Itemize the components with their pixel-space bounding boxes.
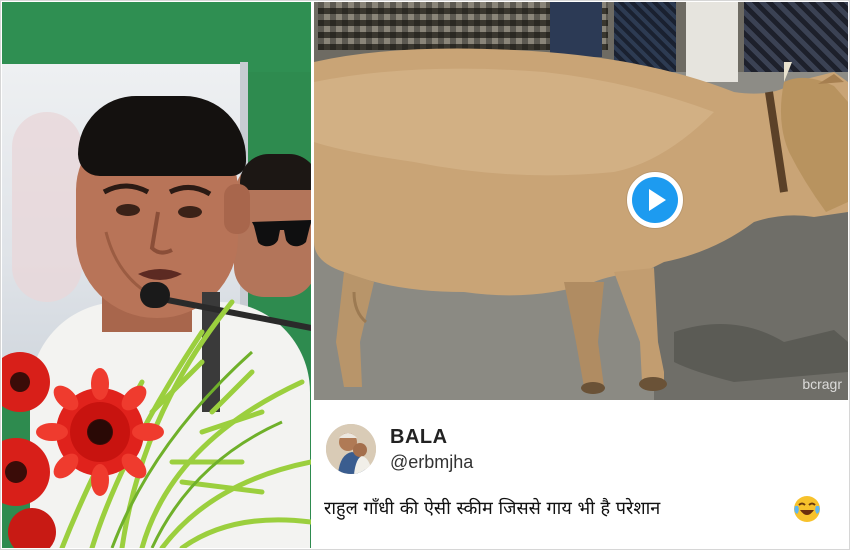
video-player[interactable]: bcragr (314, 2, 848, 400)
user-handle[interactable]: @erbmjha (390, 452, 473, 473)
face-with-tears-of-joy-icon (794, 496, 820, 522)
user-avatar[interactable] (326, 424, 376, 474)
sunglasses-icon (252, 220, 311, 247)
flower-decoration (2, 299, 311, 548)
banner-graphic (12, 112, 82, 302)
speaker-photo (2, 2, 311, 548)
play-icon[interactable] (632, 177, 678, 223)
video-watermark: bcragr (802, 376, 842, 392)
green-backdrop (2, 2, 311, 72)
play-button[interactable] (627, 172, 683, 228)
tweet-card: BALA @erbmjha राहुल गाँधी की ऐसी स्कीम ज… (314, 402, 848, 548)
tweet-text: राहुल गाँधी की ऐसी स्कीम जिससे गाय भी है… (324, 498, 661, 519)
cow-figure (314, 48, 848, 394)
user-display-name[interactable]: BALA (390, 426, 448, 449)
background-man-hair (240, 154, 311, 190)
